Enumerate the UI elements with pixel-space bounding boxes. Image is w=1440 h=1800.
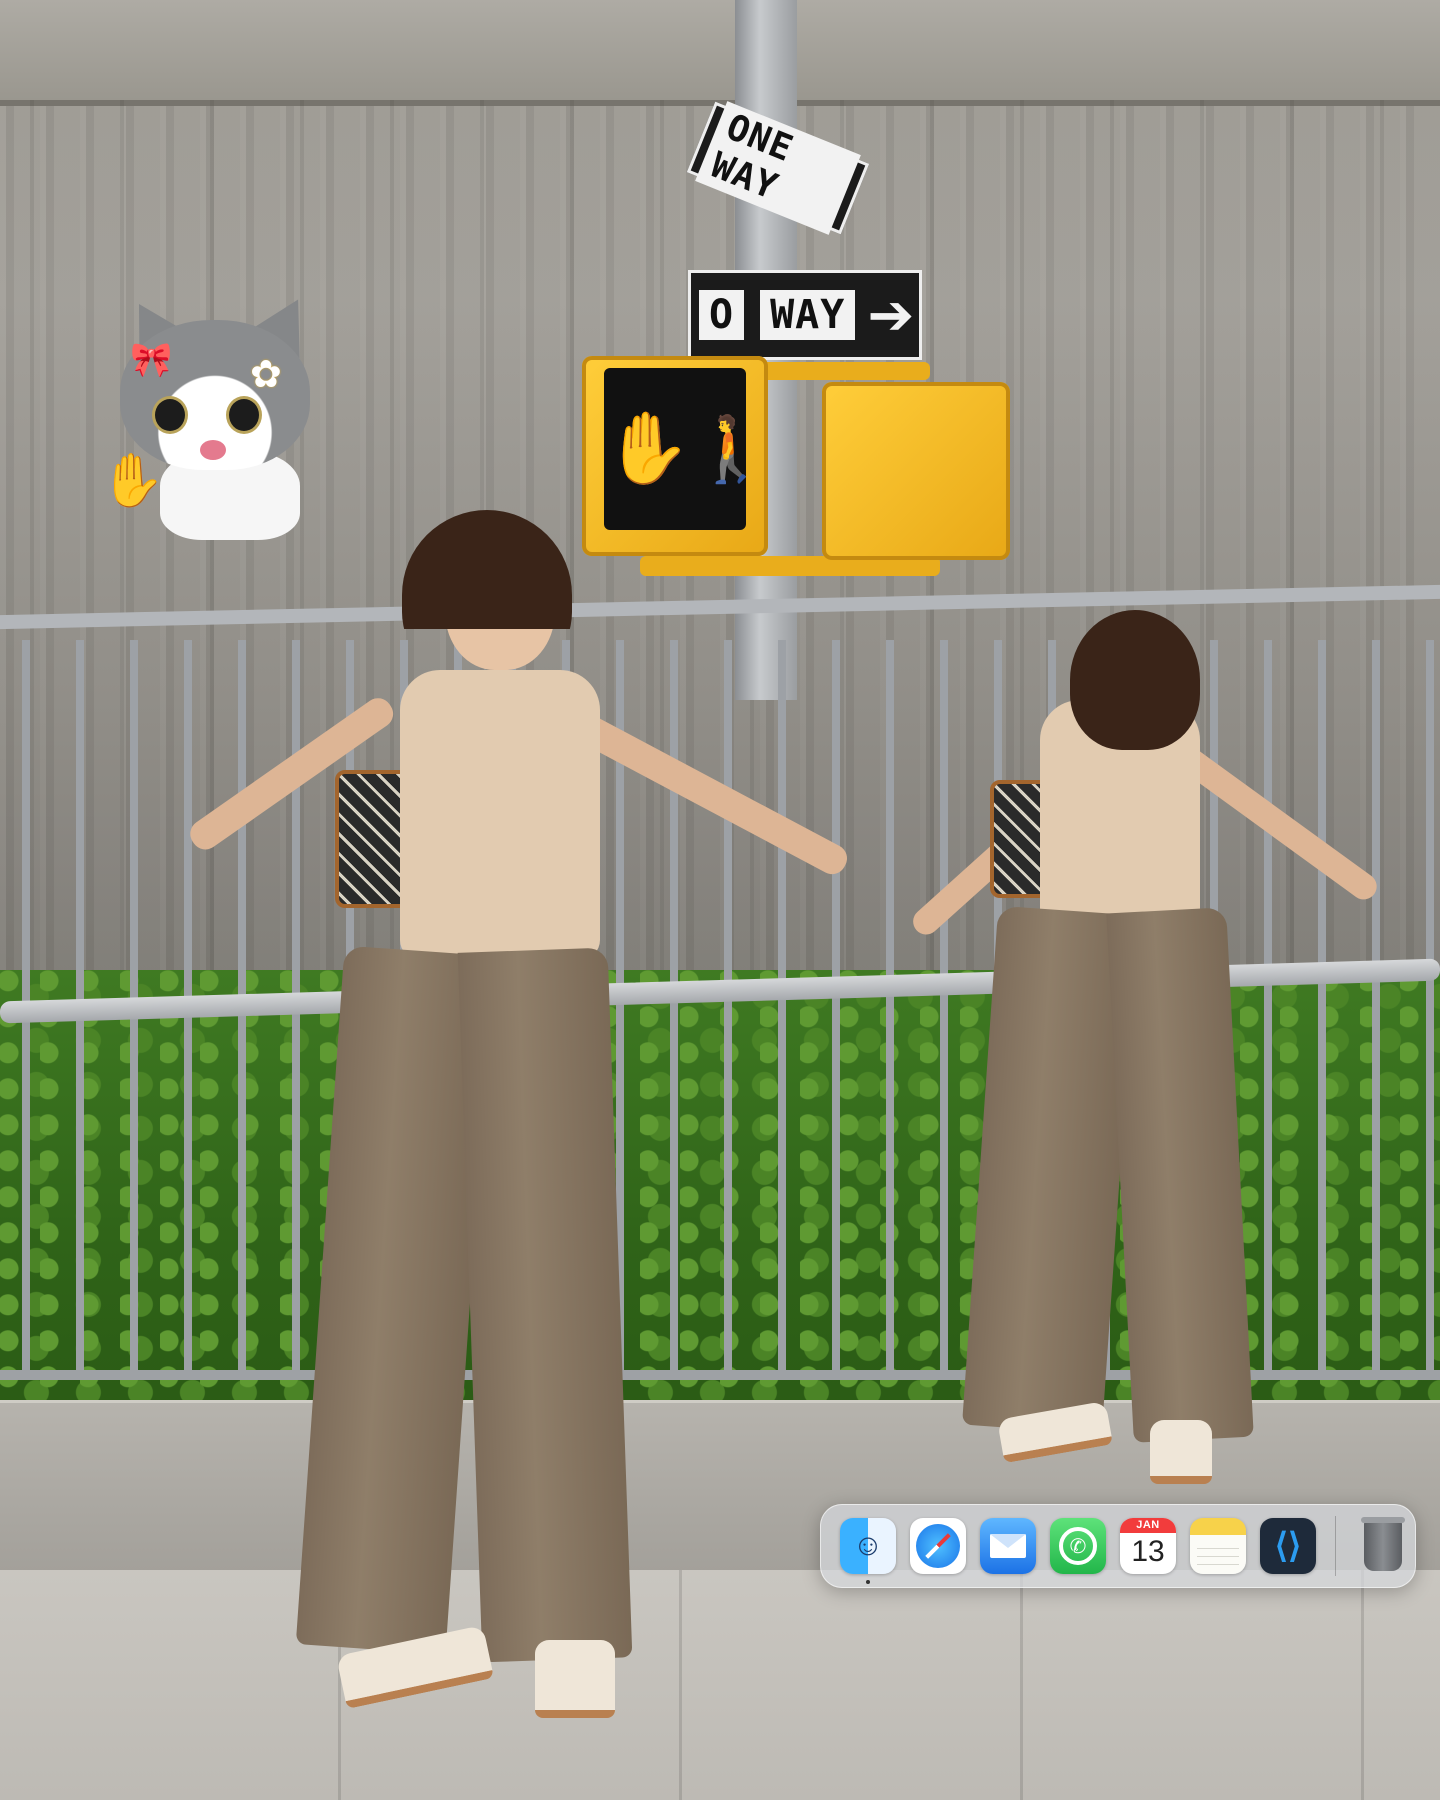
calendar-icon[interactable]: JAN 13 bbox=[1120, 1518, 1176, 1574]
one-way-sign-lower-right: WAY bbox=[760, 290, 856, 340]
compass-icon bbox=[916, 1524, 960, 1568]
waving-hand-icon: ✋ bbox=[100, 452, 165, 510]
dock-separator bbox=[1335, 1516, 1336, 1576]
running-indicator bbox=[866, 1580, 870, 1584]
finder-face-icon: ☺ bbox=[852, 1529, 884, 1562]
notepad-lines-icon bbox=[1197, 1541, 1239, 1567]
vscode-logo-icon: ⟨⟩ bbox=[1274, 1527, 1302, 1565]
right-arrow-icon: ➔ bbox=[867, 283, 915, 346]
notes-icon[interactable] bbox=[1190, 1518, 1246, 1574]
right-arm bbox=[1172, 742, 1382, 905]
flower-icon: ✿ bbox=[250, 354, 282, 396]
cat-sticker: 🎀 ✿ ✋ bbox=[100, 283, 340, 550]
trash-can-icon bbox=[1361, 1517, 1405, 1571]
phone-bubble-icon: ✆ bbox=[1059, 1527, 1097, 1565]
pink-bow-icon: 🎀 bbox=[130, 341, 173, 379]
mail-icon[interactable] bbox=[980, 1518, 1036, 1574]
stop-hand-icon: ✋ bbox=[604, 409, 692, 487]
person-left bbox=[140, 510, 852, 1718]
cat-tongue bbox=[200, 440, 226, 460]
right-sneaker bbox=[535, 1640, 615, 1718]
finder-icon[interactable]: ☺ bbox=[840, 1518, 896, 1584]
one-way-sign-lower-left: O bbox=[699, 290, 745, 340]
signal-bracket-top bbox=[760, 362, 930, 380]
envelope-icon bbox=[990, 1534, 1026, 1558]
wall-ledge bbox=[0, 0, 1440, 106]
calendar-month: JAN bbox=[1120, 1518, 1176, 1533]
safari-icon[interactable] bbox=[910, 1518, 966, 1574]
cat-eye-left bbox=[152, 396, 188, 434]
walking-person-icon: 🚶 bbox=[691, 412, 771, 485]
one-way-sign-lower: O WAY ➔ bbox=[688, 270, 922, 360]
person-right bbox=[880, 610, 1400, 1490]
pants-right-leg bbox=[457, 947, 633, 1663]
right-sneaker bbox=[1150, 1420, 1212, 1484]
cat-eye-right bbox=[226, 396, 262, 434]
pants-right-leg bbox=[1106, 907, 1254, 1443]
pedestrian-signal-face: ✋ 🚶 bbox=[604, 368, 771, 530]
calendar-day: 13 bbox=[1131, 1535, 1165, 1568]
hair bbox=[1070, 610, 1200, 750]
trash-icon[interactable] bbox=[1355, 1517, 1411, 1574]
pedestrian-signal-right bbox=[822, 382, 1010, 560]
tank-top bbox=[400, 670, 600, 960]
vscode-icon[interactable]: ⟨⟩ bbox=[1260, 1518, 1316, 1574]
dock: ☺ ✆ JAN 13 ⟨⟩ bbox=[820, 1504, 1416, 1588]
whatsapp-icon[interactable]: ✆ bbox=[1050, 1518, 1106, 1574]
